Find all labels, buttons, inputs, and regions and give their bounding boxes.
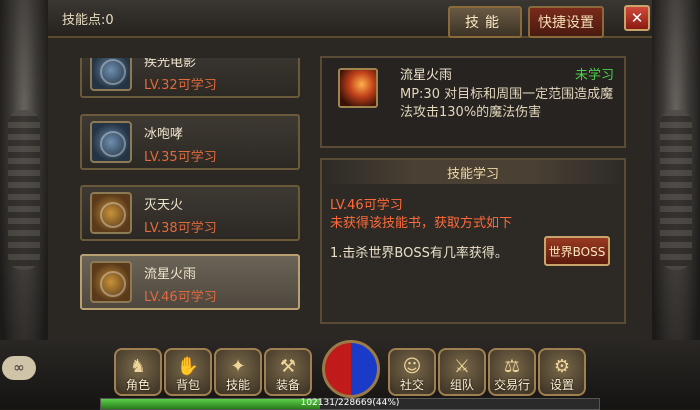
skill-level: LV.35可学习 (144, 150, 217, 165)
skill-name: 疾光电影 (144, 58, 197, 70)
bag-icon: ✋ (176, 356, 200, 377)
skill-level: LV.32可学习 (144, 78, 217, 93)
tab-skill[interactable]: 技能 (448, 6, 522, 38)
settings-icon: ⚙ (553, 356, 571, 377)
team-icon: ⚔ (453, 356, 471, 377)
menu-label: 组队 (449, 378, 474, 392)
menu-label: 社交 (399, 378, 424, 392)
menu-label: 装备 (275, 378, 300, 392)
menu-button-trade[interactable]: ⚖ 交易行 (488, 348, 536, 396)
skill-level: LV.38可学习 (144, 221, 217, 236)
skill-name: 冰咆哮 (144, 127, 184, 142)
menu-button-social[interactable]: ☺ 社交 (388, 348, 436, 396)
skill-name: 流星火雨 (144, 267, 197, 282)
close-button[interactable]: ✕ (624, 5, 650, 31)
chat-icon[interactable]: ∞ (2, 356, 36, 380)
skill-row-2[interactable]: 灭天火 LV.38可学习 (80, 185, 300, 241)
skill-list[interactable]: 疾光电影 LV.32可学习 冰咆哮 LV.35可学习 灭天火 LV.38可学习 … (80, 58, 302, 318)
skill-row-0[interactable]: 疾光电影 LV.32可学习 (80, 58, 300, 98)
trade-icon: ⚖ (503, 356, 521, 377)
detail-skill-name: 流星火雨 (400, 68, 453, 83)
skill-name: 灭天火 (144, 198, 184, 213)
menu-button-character[interactable]: ♞ 角色 (114, 348, 162, 396)
learn-level-requirement: LV.46可学习 (330, 198, 403, 213)
menu-button-bag[interactable]: ✋ 背包 (164, 348, 212, 396)
menu-label: 角色 (125, 378, 150, 392)
menu-label: 背包 (175, 378, 200, 392)
skill-icon: ✦ (230, 356, 246, 377)
learn-title: 技能学习 (322, 160, 624, 184)
menu-button-settings[interactable]: ⚙ 设置 (538, 348, 586, 396)
menu-button-skill[interactable]: ✦ 技能 (214, 348, 262, 396)
fire-skill-icon (90, 192, 132, 234)
lightning-skill-icon (90, 58, 132, 91)
world-boss-button[interactable]: 世界BOSS (544, 236, 610, 266)
hp-mp-orb (322, 340, 380, 398)
skill-detail-panel: 流星火雨 未学习 MP:30 对目标和周围一定范围造成魔法攻击130%的魔法伤害 (320, 56, 626, 148)
menu-label: 设置 (549, 378, 574, 392)
social-icon: ☺ (402, 356, 422, 377)
menu-button-team[interactable]: ⚔ 组队 (438, 348, 486, 396)
detail-status: 未学习 (574, 68, 614, 83)
meteor-skill-icon (90, 261, 132, 303)
learn-method: 1.击杀世界BOSS有几率获得。 (330, 246, 508, 261)
ice-skill-icon (90, 121, 132, 163)
equipment-icon: ⚒ (279, 356, 297, 377)
skill-learn-panel: 技能学习 LV.46可学习 未获得该技能书，获取方式如下 1.击杀世界BOSS有… (320, 158, 626, 324)
tab-quick-settings[interactable]: 快捷设置 (528, 6, 604, 38)
skill-level: LV.46可学习 (144, 290, 217, 305)
character-icon: ♞ (129, 356, 147, 377)
menu-button-equipment[interactable]: ⚒ 装备 (264, 348, 312, 396)
detail-description: MP:30 对目标和周围一定范围造成魔法攻击130%的魔法伤害 (400, 87, 614, 120)
menu-label: 技能 (225, 378, 250, 392)
learn-note: 未获得该技能书，获取方式如下 (330, 216, 513, 231)
menu-label: 交易行 (493, 378, 530, 392)
meteor-skill-icon (338, 68, 378, 108)
xp-text: 102131/228669(44%) (300, 398, 400, 408)
skill-row-1[interactable]: 冰咆哮 LV.35可学习 (80, 114, 300, 170)
skill-row-3[interactable]: 流星火雨 LV.46可学习 (80, 254, 300, 310)
skill-points: 技能点:0 (62, 13, 114, 28)
xp-bar: 102131/228669(44%) (100, 398, 600, 410)
